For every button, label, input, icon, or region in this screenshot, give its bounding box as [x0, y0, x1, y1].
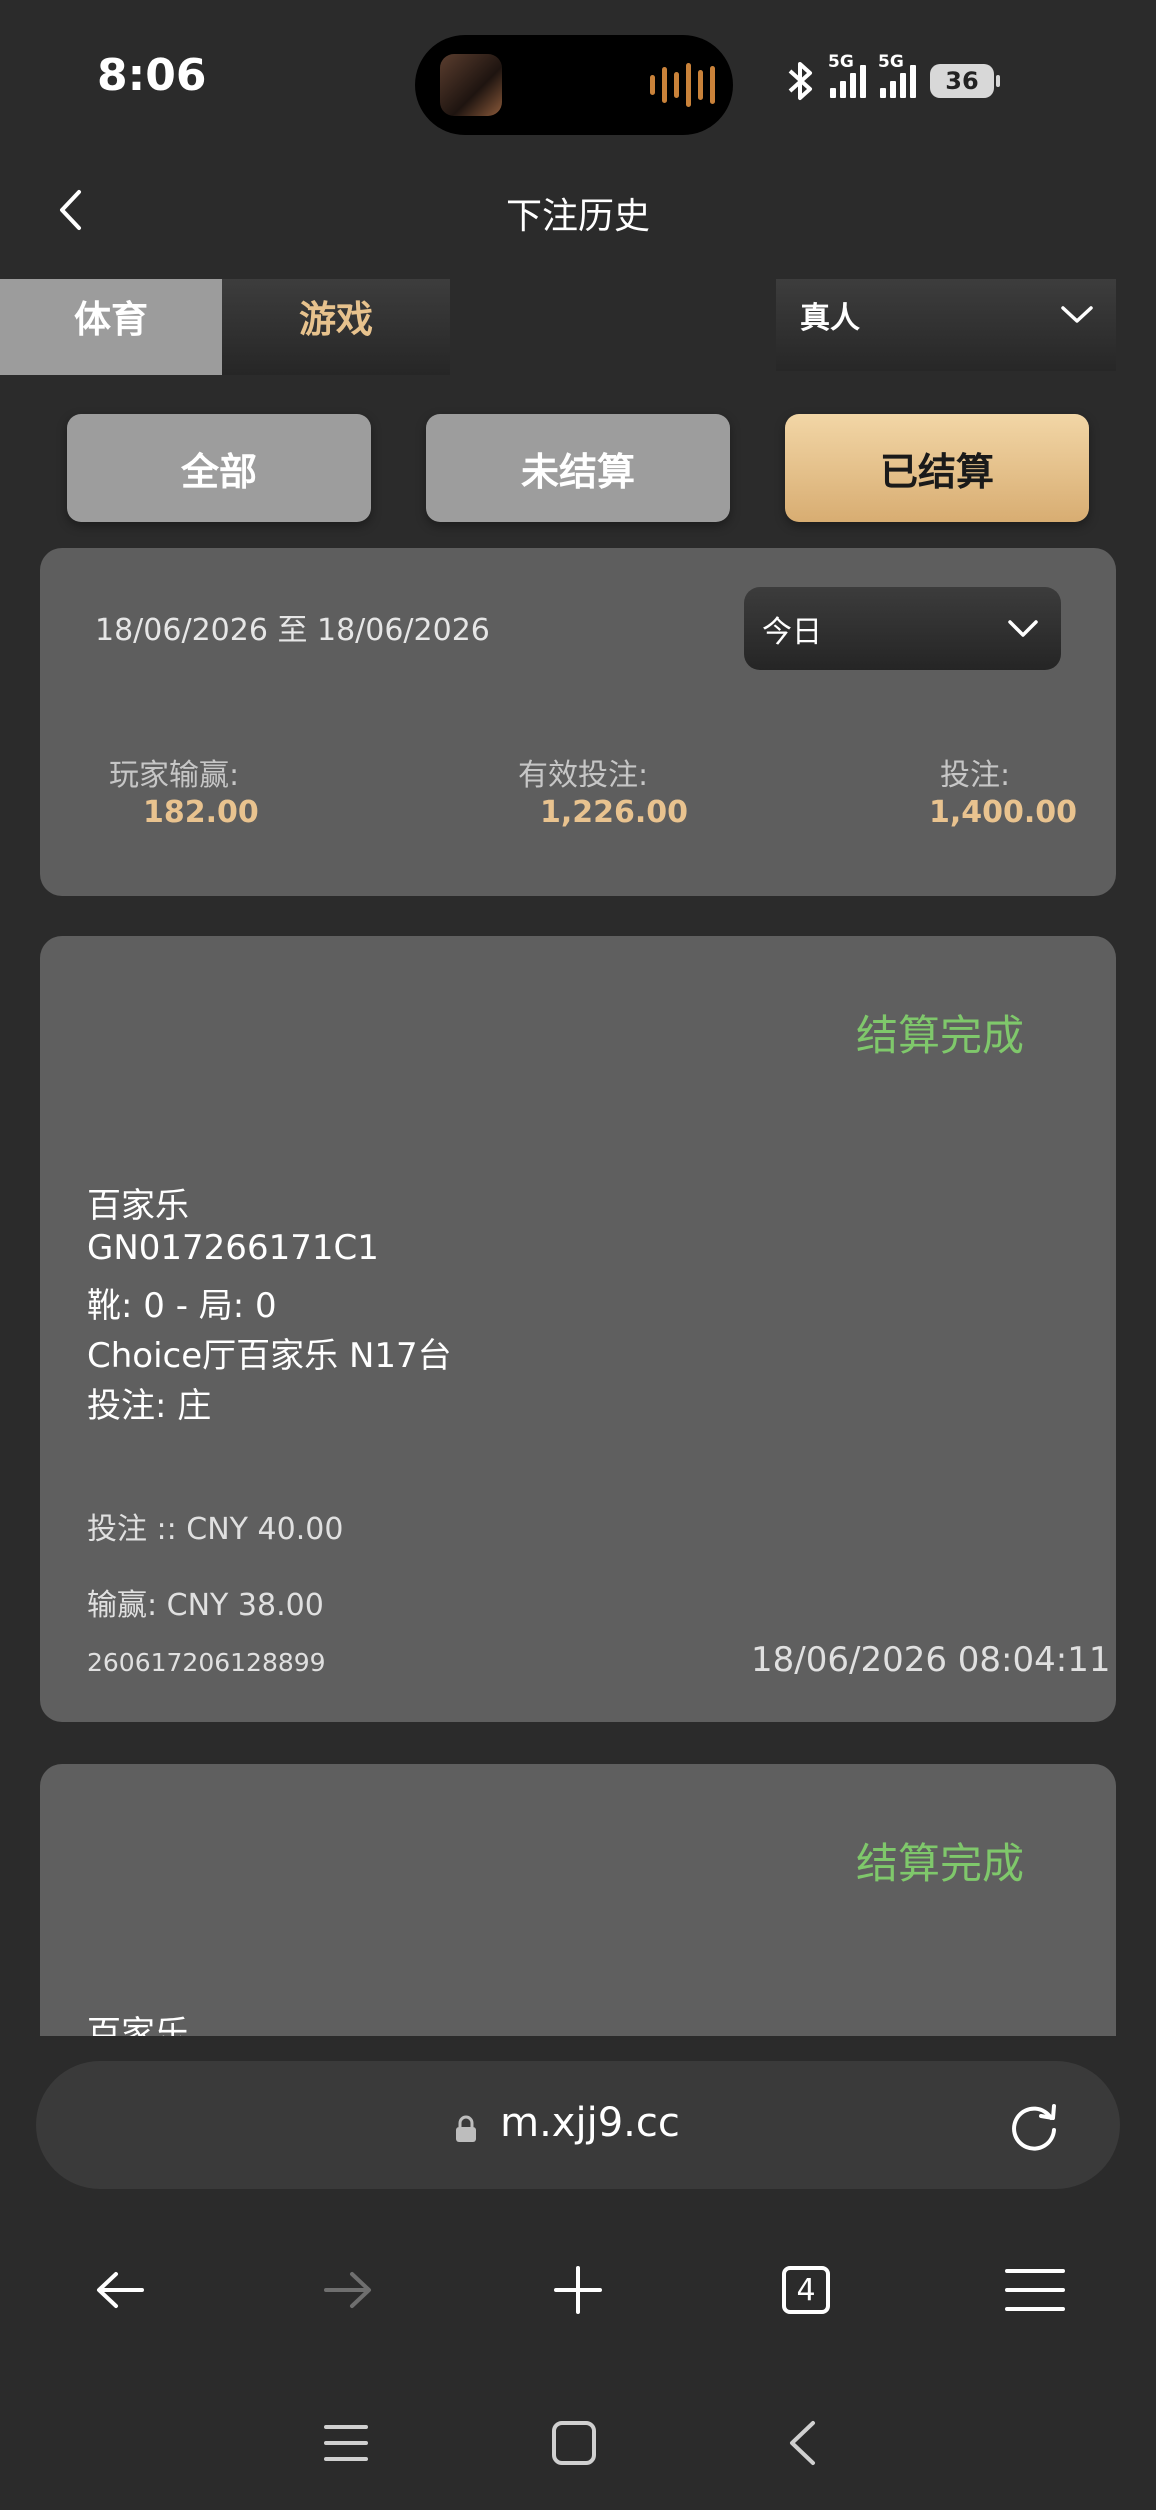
valid-bet-label: 有效投注:	[518, 758, 649, 793]
chevron-down-icon	[1061, 306, 1093, 323]
shoe-round: 靴: 0 - 局: 0	[87, 1286, 277, 1326]
reload-icon	[1012, 2104, 1056, 2151]
media-thumbnail	[440, 54, 502, 116]
network-type-1: 5G	[828, 52, 854, 72]
page-title: 下注历史	[505, 196, 650, 237]
browser-back-button[interactable]	[80, 2256, 160, 2324]
period-value: 今日	[762, 614, 822, 650]
valid-bet-value: 1,226.00	[540, 795, 689, 830]
filter-settled-button[interactable]: 已结算	[785, 414, 1089, 522]
signal-icon-1: 5G	[828, 52, 866, 98]
recent-apps-icon	[324, 2425, 368, 2461]
battery-icon: 36	[930, 64, 1000, 98]
player-winloss-value: 182.00	[143, 795, 259, 830]
bet-id: 260617206128899	[87, 1648, 326, 1677]
settlement-status: 结算完成	[856, 1839, 1025, 1888]
status-icons: 5G 5G 36	[786, 52, 1000, 106]
browser-forward-button[interactable]	[308, 2256, 388, 2324]
game-type-select[interactable]: 真人	[776, 279, 1116, 371]
settlement-status: 结算完成	[856, 1011, 1025, 1060]
player-winloss-label: 玩家输赢:	[109, 758, 240, 793]
bluetooth-icon	[788, 62, 812, 100]
winloss-amount: 输赢: CNY 38.00	[87, 1588, 324, 1623]
chevron-down-icon	[1008, 619, 1038, 637]
network-type-2: 5G	[878, 52, 904, 72]
bet-time: 18/06/2026 08:04:11	[751, 1640, 1111, 1680]
url-text[interactable]: m.xjj9.cc	[0, 2100, 1156, 2146]
tab-games[interactable]: 游戏	[222, 279, 450, 375]
audio-wave-icon	[650, 60, 715, 110]
plus-icon	[554, 2266, 602, 2314]
home-button[interactable]	[539, 2408, 609, 2478]
home-icon	[552, 2421, 596, 2465]
game-type-value: 真人	[800, 301, 860, 336]
stake-amount: 投注 :: CNY 40.00	[87, 1512, 344, 1547]
new-tab-button[interactable]	[538, 2256, 618, 2324]
chevron-left-icon	[790, 2421, 815, 2465]
game-name: 百家乐	[87, 1186, 189, 1226]
menu-button[interactable]	[995, 2256, 1075, 2324]
filter-unsettled-button[interactable]: 未结算	[426, 414, 730, 522]
table-name: Choice厅百家乐 N17台	[87, 1336, 452, 1376]
hamburger-menu-icon	[1005, 2269, 1065, 2311]
tabs-button[interactable]: 4	[766, 2256, 846, 2324]
bet-total-label: 投注:	[940, 758, 1011, 793]
bet-record-card[interactable]	[40, 1764, 1116, 2064]
reload-button[interactable]	[1004, 2098, 1064, 2162]
recent-apps-button[interactable]	[311, 2408, 381, 2478]
status-time: 8:06	[97, 50, 207, 101]
period-select[interactable]: 今日	[744, 587, 1061, 670]
filter-all-button[interactable]: 全部	[67, 414, 371, 522]
game-code: GN017266171C1	[87, 1228, 379, 1268]
tab-sports[interactable]: 体育	[0, 279, 222, 375]
bet-on: 投注: 庄	[87, 1386, 212, 1426]
date-range: 18/06/2026 至 18/06/2026	[95, 613, 490, 648]
tab-count: 4	[782, 2266, 830, 2314]
arrow-right-icon	[324, 2272, 371, 2308]
arrow-left-icon	[97, 2272, 144, 2308]
system-back-button[interactable]	[767, 2408, 837, 2478]
bet-total-value: 1,400.00	[929, 795, 1078, 830]
signal-icon-2: 5G	[878, 52, 916, 98]
